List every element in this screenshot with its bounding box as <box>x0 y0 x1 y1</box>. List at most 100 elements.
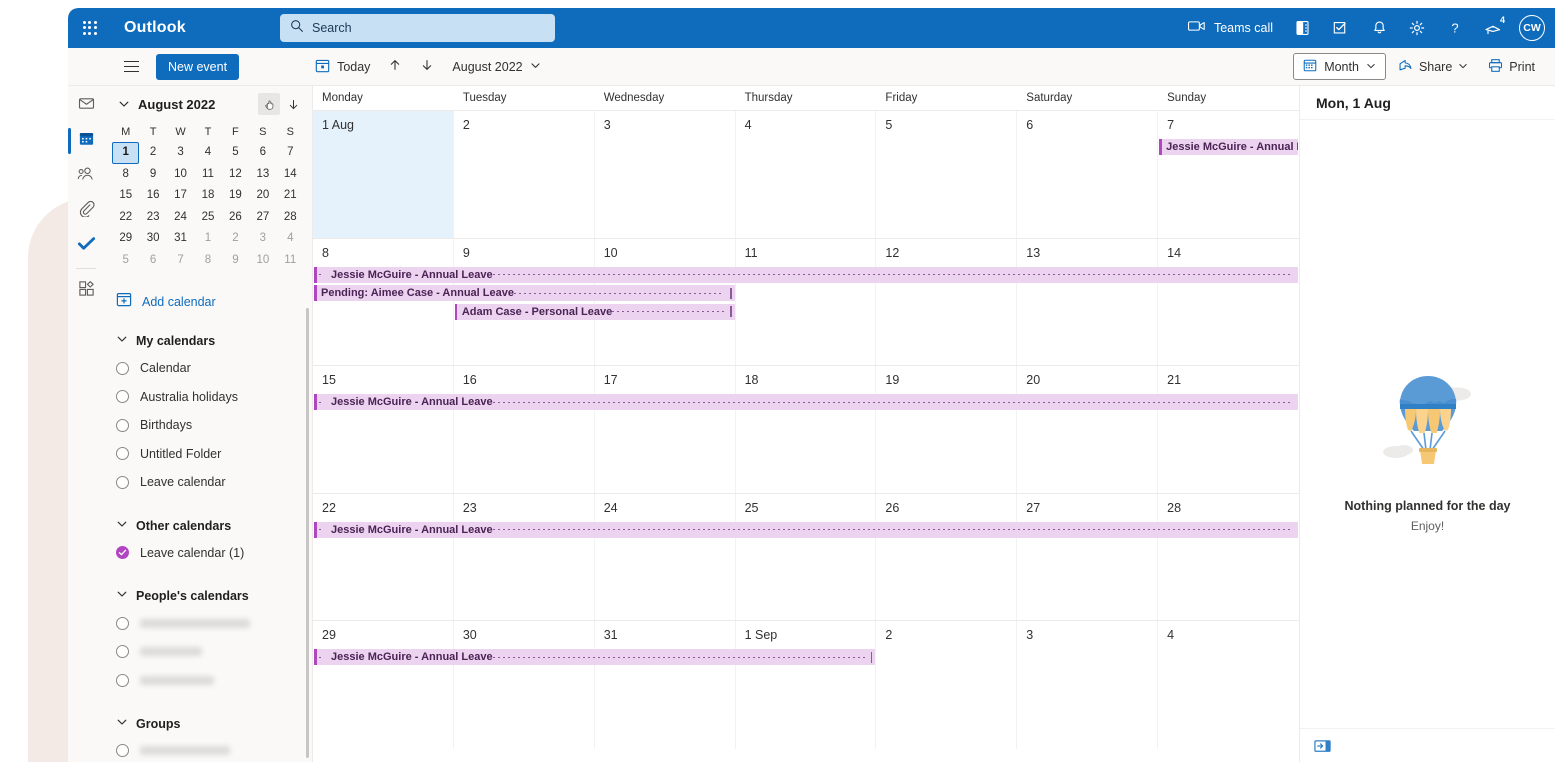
calendar-list-item[interactable]: Calendar <box>104 354 312 383</box>
minicalendar-day[interactable]: 17 <box>167 185 194 207</box>
help-icon[interactable]: ? <box>1437 8 1473 48</box>
calendar-toggle-icon[interactable] <box>116 418 129 432</box>
calendar-event[interactable]: Jessie McGuire - Annual Leave <box>314 649 876 665</box>
calendar-day-cell[interactable]: 31 <box>595 621 736 749</box>
minicalendar-day[interactable]: 9 <box>139 164 166 186</box>
minicalendar-day[interactable]: 12 <box>222 164 249 186</box>
calendar-day-cell[interactable]: 7 <box>1158 111 1299 238</box>
calendar-event[interactable]: Adam Case - Personal Leave <box>454 303 735 320</box>
minicalendar-day[interactable]: 6 <box>249 142 276 164</box>
sidebar-scrollbar[interactable] <box>306 308 309 758</box>
minicalendar-day[interactable]: 26 <box>222 207 249 229</box>
calendar-list-item[interactable]: Untitled Folder <box>104 440 312 469</box>
calendar-event[interactable]: Jessie McGuire - Annual Leave <box>1159 139 1298 155</box>
minicalendar-day[interactable]: 3 <box>249 228 276 250</box>
bell-icon[interactable] <box>1361 8 1397 48</box>
calendar-checked-icon[interactable] <box>116 546 129 560</box>
calendar-day-cell[interactable]: 1 Sep <box>736 621 877 749</box>
calendar-event[interactable]: Pending: Aimee Case - Annual Leave <box>314 285 735 301</box>
rail-item-todo[interactable] <box>70 230 102 262</box>
calendar-day-cell[interactable]: 6 <box>1017 111 1159 238</box>
new-event-button[interactable]: New event <box>156 53 240 80</box>
calendar-toggle-icon[interactable] <box>116 616 129 630</box>
collapse-pane-icon[interactable] <box>1314 739 1331 753</box>
calendar-day-cell[interactable]: 11 <box>736 238 877 365</box>
minicalendar-day[interactable]: 2 <box>222 228 249 250</box>
print-button[interactable]: Print <box>1480 53 1543 80</box>
minicalendar-next-button[interactable] <box>282 93 304 115</box>
rail-item-people[interactable] <box>70 160 102 192</box>
minicalendar-day[interactable]: 5 <box>112 250 139 272</box>
minicalendar-day[interactable]: 10 <box>167 164 194 186</box>
minicalendar-day[interactable]: 27 <box>249 207 276 229</box>
calendar-list-item[interactable] <box>104 737 312 762</box>
calendar-section-header[interactable]: My calendars <box>104 328 312 354</box>
add-calendar-button[interactable]: Add calendar <box>116 291 312 312</box>
minicalendar-day[interactable]: 8 <box>112 164 139 186</box>
rail-item-calendar[interactable] <box>68 125 102 157</box>
minicalendar-day[interactable]: 23 <box>139 207 166 229</box>
minicalendar-day[interactable]: 11 <box>194 164 221 186</box>
minicalendar-day[interactable]: 4 <box>194 142 221 164</box>
search-input[interactable]: Search <box>280 14 555 42</box>
minicalendar-day[interactable]: 20 <box>249 185 276 207</box>
minicalendar-day[interactable]: 3 <box>167 142 194 164</box>
minicalendar-day[interactable]: 9 <box>222 250 249 272</box>
calendar-day-cell[interactable]: 9 <box>454 238 595 365</box>
calendar-day-cell[interactable]: 5 <box>876 111 1018 238</box>
calendar-day-cell[interactable]: 13 <box>1017 238 1159 365</box>
minicalendar-day[interactable]: 16 <box>139 185 166 207</box>
minicalendar-day[interactable]: 10 <box>249 250 276 272</box>
view-selector-month[interactable]: Month <box>1293 53 1386 80</box>
calendar-day-cell[interactable]: 17 <box>595 366 736 493</box>
calendar-day-cell[interactable]: 24 <box>595 493 736 620</box>
calendar-toggle-icon[interactable] <box>116 645 129 659</box>
calendar-section-header[interactable]: People's calendars <box>104 583 312 609</box>
next-period-button[interactable] <box>412 53 442 81</box>
calendar-day-cell[interactable]: 12 <box>876 238 1018 365</box>
calendar-toggle-icon[interactable] <box>116 361 129 375</box>
month-year-picker[interactable]: August 2022 <box>444 53 548 81</box>
calendar-toggle-icon[interactable] <box>116 390 129 404</box>
today-button[interactable]: Today <box>307 53 378 81</box>
minicalendar-day[interactable]: 22 <box>112 207 139 229</box>
minicalendar-day[interactable]: 1 <box>112 142 140 164</box>
feedback-icon[interactable]: 4 <box>1475 8 1511 48</box>
minicalendar-day[interactable]: 31 <box>167 228 194 250</box>
minicalendar-day[interactable]: 5 <box>222 142 249 164</box>
calendar-list-item[interactable]: Leave calendar (1) <box>104 539 312 568</box>
office-app-icon[interactable] <box>1285 8 1321 48</box>
calendar-day-cell[interactable]: 29 <box>313 621 454 749</box>
calendar-list-item[interactable] <box>104 638 312 667</box>
calendar-day-cell[interactable]: 1 Aug <box>313 111 454 238</box>
calendar-list-item[interactable] <box>104 609 312 638</box>
rail-item-apps[interactable] <box>70 275 102 307</box>
calendar-event[interactable]: Jessie McGuire - Annual Leave <box>314 521 1298 538</box>
calendar-day-cell[interactable]: 18 <box>736 366 877 493</box>
minicalendar-day[interactable]: 19 <box>222 185 249 207</box>
calendar-day-cell[interactable]: 26 <box>876 493 1018 620</box>
minicalendar-day[interactable]: 18 <box>194 185 221 207</box>
minicalendar-day[interactable]: 7 <box>167 250 194 272</box>
calendar-day-cell[interactable]: 27 <box>1017 493 1159 620</box>
todo-icon[interactable] <box>1323 8 1359 48</box>
minicalendar-day[interactable]: 11 <box>277 250 304 272</box>
calendar-toggle-icon[interactable] <box>116 447 129 461</box>
waffle-icon[interactable] <box>68 8 112 48</box>
calendar-list-item[interactable] <box>104 666 312 695</box>
minicalendar-day[interactable]: 14 <box>277 164 304 186</box>
minicalendar-day[interactable]: 25 <box>194 207 221 229</box>
calendar-day-cell[interactable]: 3 <box>595 111 736 238</box>
avatar[interactable]: CW <box>1519 15 1545 41</box>
calendar-toggle-icon[interactable] <box>116 475 129 489</box>
minicalendar-day[interactable]: 28 <box>277 207 304 229</box>
calendar-day-cell[interactable]: 30 <box>454 621 595 749</box>
minicalendar-prev-button[interactable] <box>258 93 280 115</box>
calendar-day-cell[interactable]: 28 <box>1158 494 1299 621</box>
calendar-day-cell[interactable]: 14 <box>1158 239 1299 366</box>
calendar-day-cell[interactable]: 15 <box>313 366 454 493</box>
calendar-day-cell[interactable]: 22 <box>313 493 454 620</box>
calendar-day-cell[interactable]: 4 <box>736 111 877 238</box>
calendar-event[interactable]: Jessie McGuire - Annual Leave <box>314 394 1298 410</box>
teams-call-button[interactable]: Teams call <box>1182 8 1283 48</box>
